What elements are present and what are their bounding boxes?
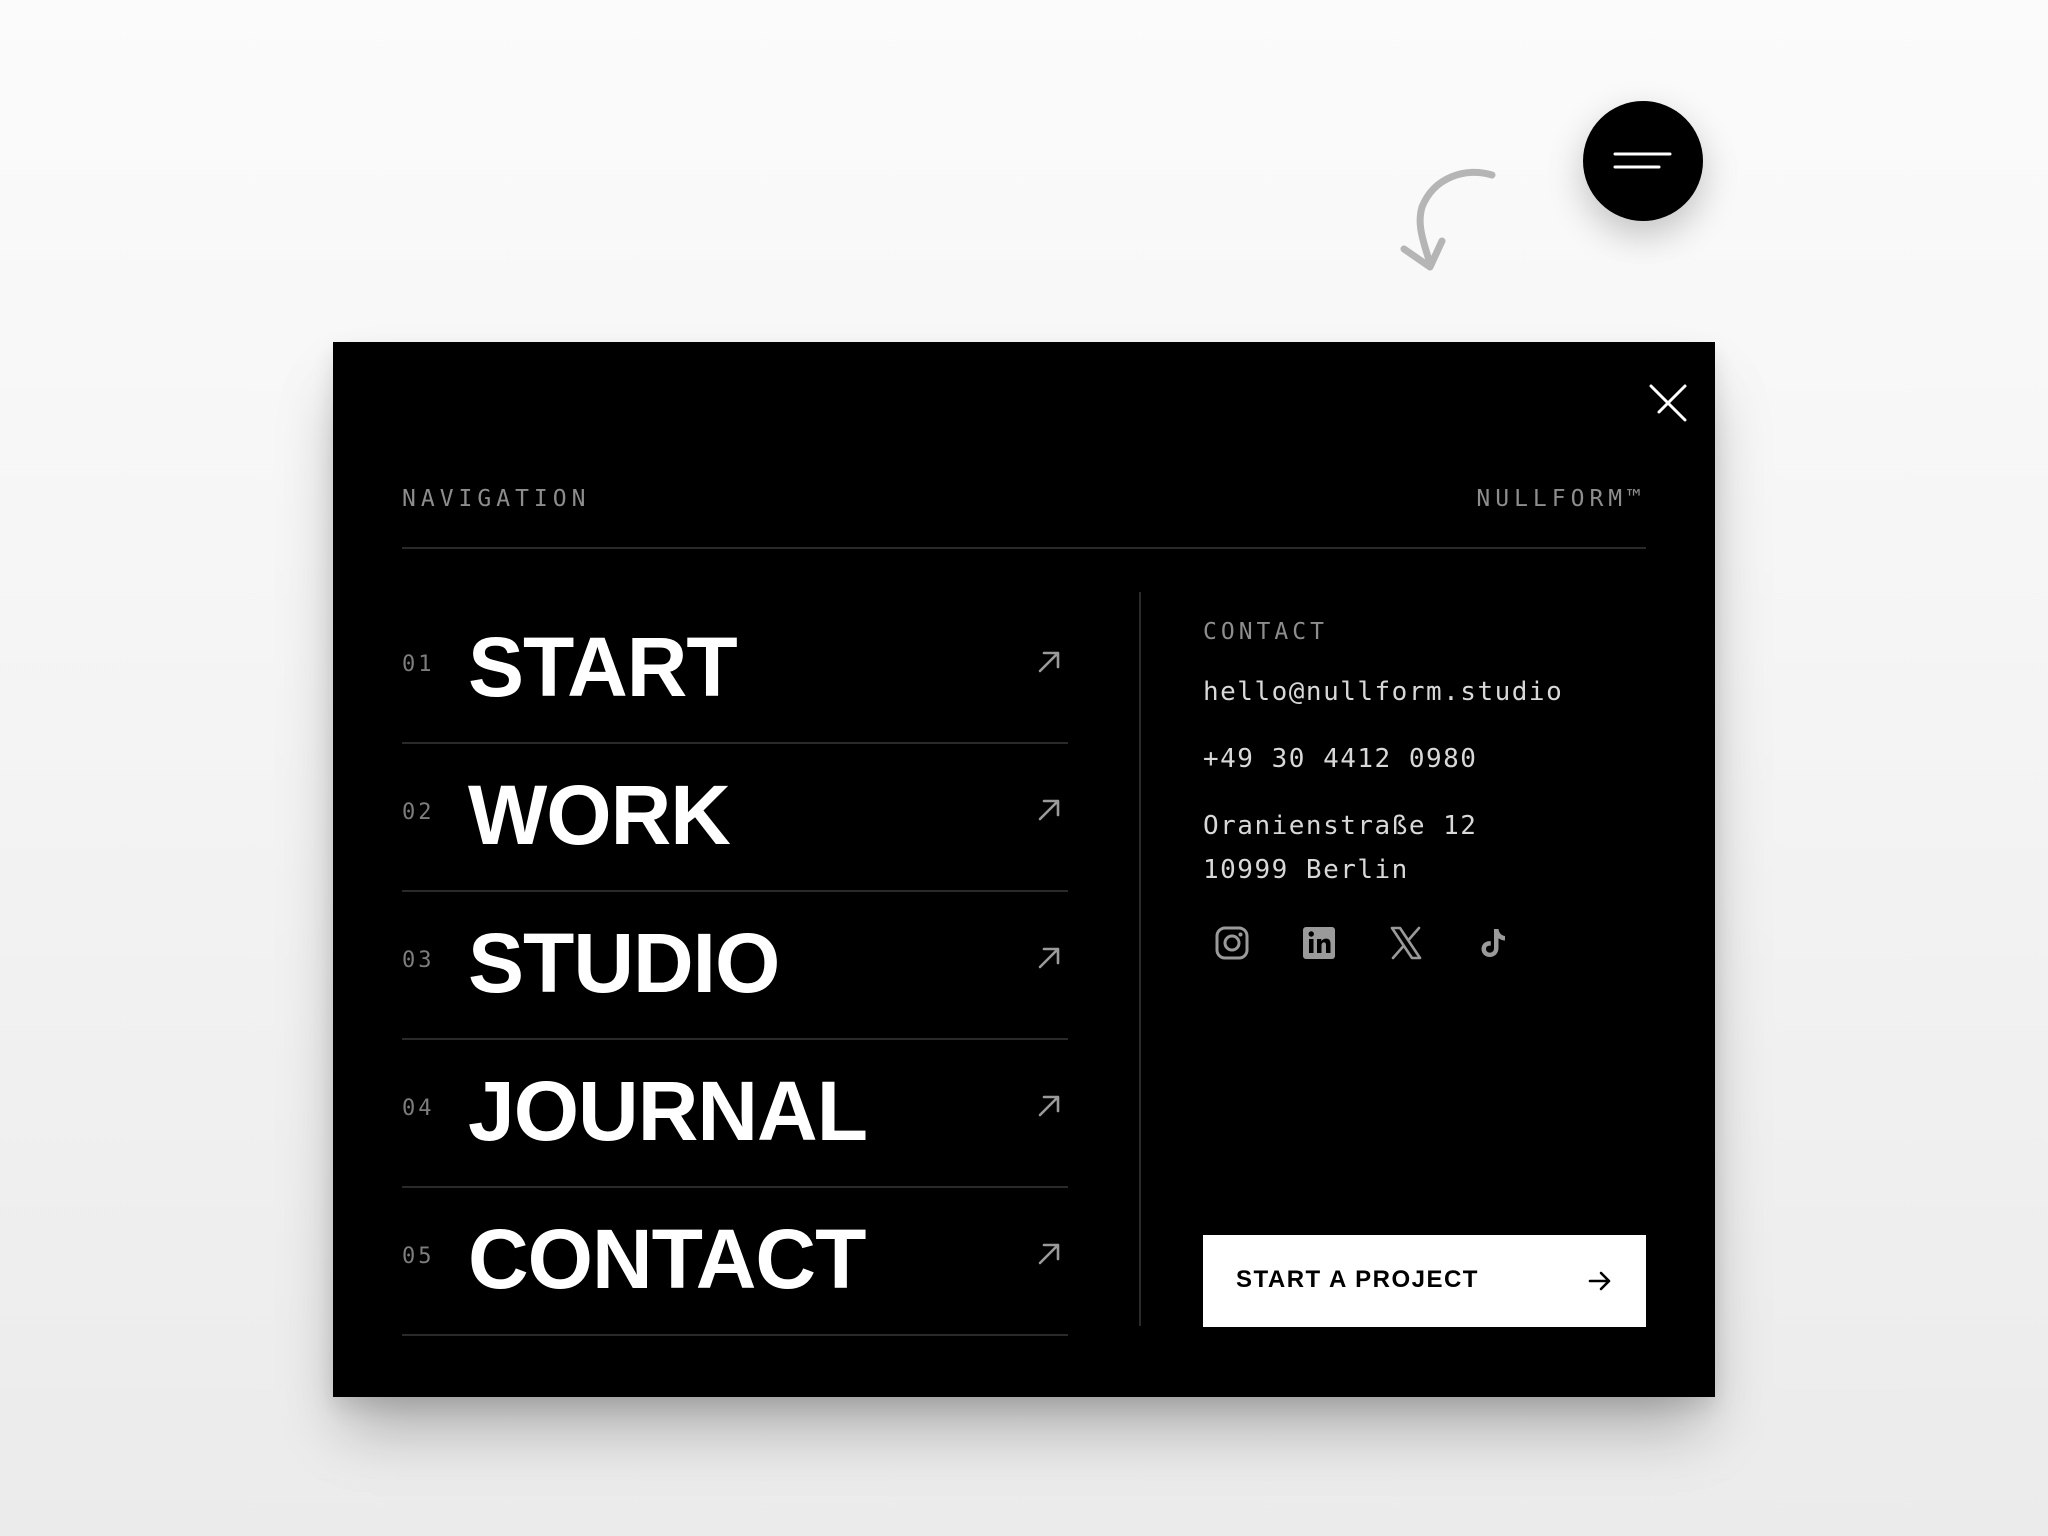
cta-label: START A PROJECT: [1236, 1266, 1479, 1293]
nav-item-start[interactable]: 01 START: [402, 596, 1068, 744]
curved-arrow-icon: [1386, 163, 1506, 283]
nav-item-number: 01: [402, 652, 435, 677]
column-divider: [1139, 592, 1141, 1326]
nav-item-number: 05: [402, 1244, 435, 1269]
nav-list: 01 START 02 WORK 03 STUDIO 04 JOURNAL 05…: [402, 596, 1068, 1336]
arrow-right-icon: [1587, 1268, 1613, 1294]
arrow-up-right-icon: [1036, 649, 1062, 675]
close-button[interactable]: [1639, 374, 1697, 432]
contact-heading: CONTACT: [1203, 619, 1328, 645]
nav-item-label: CONTACT: [468, 1212, 866, 1306]
x-icon[interactable]: [1386, 923, 1426, 963]
nav-item-number: 04: [402, 1096, 435, 1121]
contact-address-line2: 10999 Berlin: [1203, 855, 1409, 885]
arrow-up-right-icon: [1036, 797, 1062, 823]
tiktok-icon[interactable]: [1473, 923, 1513, 963]
nav-item-number: 03: [402, 948, 435, 973]
nav-item-work[interactable]: 02 WORK: [402, 744, 1068, 892]
arrow-up-right-icon: [1036, 1241, 1062, 1267]
menu-button[interactable]: [1583, 101, 1703, 221]
hamburger-icon: [1613, 152, 1672, 169]
nav-item-label: STUDIO: [468, 916, 780, 1010]
instagram-icon[interactable]: [1212, 923, 1252, 963]
nav-item-label: START: [468, 620, 738, 714]
arrow-up-right-icon: [1036, 945, 1062, 971]
contact-phone[interactable]: +49 30 4412 0980: [1203, 746, 1477, 772]
start-project-button[interactable]: START A PROJECT: [1203, 1235, 1646, 1327]
nav-item-label: WORK: [468, 768, 731, 862]
navigation-label: NAVIGATION: [402, 486, 591, 512]
linkedin-icon[interactable]: [1299, 923, 1339, 963]
arrow-up-right-icon: [1036, 1093, 1062, 1119]
brand-name: NULLFORM™: [1476, 486, 1646, 512]
nav-item-studio[interactable]: 03 STUDIO: [402, 892, 1068, 1040]
nav-item-journal[interactable]: 04 JOURNAL: [402, 1040, 1068, 1188]
contact-address-line1: Oranienstraße 12: [1203, 811, 1478, 841]
nav-item-label: JOURNAL: [468, 1064, 868, 1158]
navigation-overlay: NAVIGATION NULLFORM™ 01 START 02 WORK 03…: [333, 342, 1715, 1397]
social-links: [1203, 923, 1523, 967]
nav-item-number: 02: [402, 800, 435, 825]
close-icon: [1649, 384, 1687, 422]
contact-email[interactable]: hello@nullform.studio: [1203, 679, 1563, 705]
divider: [402, 547, 1646, 549]
nav-item-contact[interactable]: 05 CONTACT: [402, 1188, 1068, 1336]
